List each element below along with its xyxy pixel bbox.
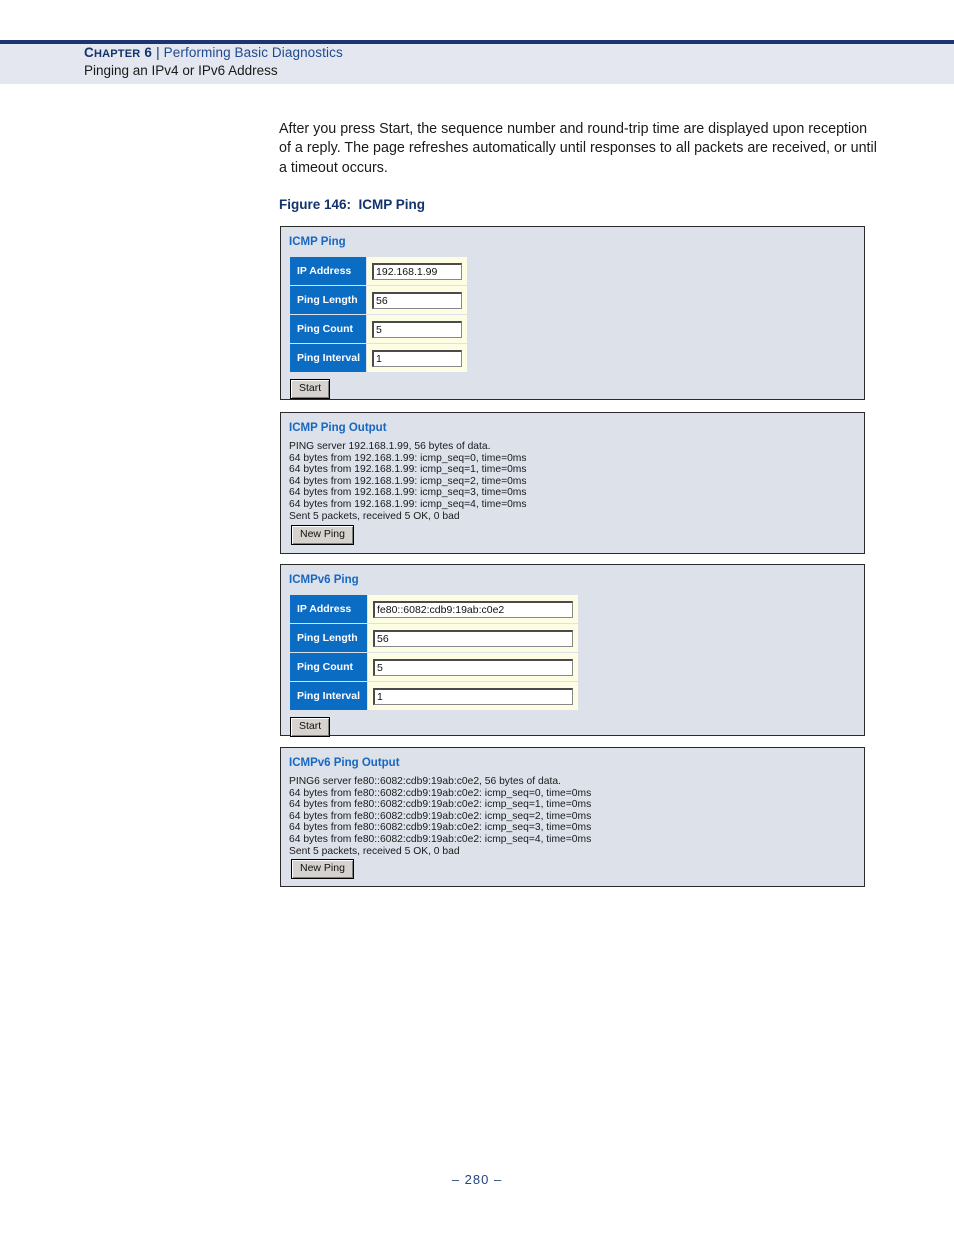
- form-row-ping-length: Ping Length: [289, 623, 579, 653]
- icmp-ping-output-panel: ICMP Ping Output PING server 192.168.1.9…: [280, 412, 865, 554]
- ping-interval-input-v6[interactable]: [373, 687, 573, 705]
- ping-length-input-v6[interactable]: [373, 629, 573, 647]
- form-row-ping-interval: Ping Interval: [289, 681, 579, 711]
- label-ping-count: Ping Count: [288, 314, 368, 344]
- figure-caption: Figure 146: ICMP Ping: [279, 197, 426, 212]
- form-row-ping-count: Ping Count: [288, 314, 469, 344]
- intro-paragraph: After you press Start, the sequence numb…: [279, 121, 877, 176]
- field-cell-ping-interval: [366, 343, 469, 373]
- icmp-ping-output-panel-title: ICMP Ping Output: [289, 422, 387, 434]
- field-cell-ip-address: [366, 256, 469, 286]
- label-ping-interval-v6: Ping Interval: [289, 681, 368, 711]
- start-ping-button[interactable]: Start: [290, 379, 331, 399]
- label-ping-interval: Ping Interval: [288, 343, 368, 373]
- icmp-ping-panel-title: ICMP Ping: [289, 236, 346, 248]
- ping-count-input-v6[interactable]: [373, 658, 573, 676]
- icmpv6-ping-panel: ICMPv6 Ping IP Address Ping Length Ping …: [280, 564, 865, 737]
- icmpv6-ping-form: IP Address Ping Length Ping Count Ping I…: [289, 594, 579, 711]
- form-row-ping-length: Ping Length: [288, 285, 469, 315]
- icmpv6-ping-panel-title: ICMPv6 Ping: [289, 574, 359, 586]
- ping-length-input[interactable]: [372, 291, 463, 309]
- page-number: – 280 –: [451, 1172, 503, 1187]
- ping-count-input[interactable]: [372, 320, 463, 338]
- field-cell-ping-count-v6: [367, 652, 579, 682]
- section-title: Pinging an IPv4 or IPv6 Address: [84, 63, 278, 78]
- field-cell-ping-length: [366, 285, 469, 315]
- field-cell-ip-address-v6: [367, 594, 579, 624]
- breadcrumb: CHAPTER 6 | Performing Basic Diagnostics: [84, 45, 343, 60]
- ip-address-input[interactable]: [372, 262, 463, 280]
- icmpv6-ping-output-panel-title: ICMPv6 Ping Output: [289, 757, 400, 769]
- ipv6-address-input[interactable]: [373, 600, 573, 618]
- start-ping-button-v6[interactable]: Start: [290, 717, 331, 737]
- icmp-ping-output-log: PING server 192.168.1.99, 56 bytes of da…: [289, 441, 527, 522]
- icmp-ping-form: IP Address Ping Length Ping Count Ping I…: [288, 256, 469, 373]
- breadcrumb-separator: |: [156, 45, 160, 60]
- field-cell-ping-length-v6: [367, 623, 579, 653]
- new-ping-button[interactable]: New Ping: [291, 525, 354, 545]
- ping-interval-input[interactable]: [372, 349, 463, 367]
- chapter-label: CHAPTER 6: [84, 45, 153, 60]
- field-cell-ping-interval-v6: [367, 681, 579, 711]
- label-ip-address: IP Address: [288, 256, 368, 286]
- chapter-topic: Performing Basic Diagnostics: [163, 45, 343, 60]
- label-ping-length-v6: Ping Length: [289, 623, 368, 653]
- form-row-ping-interval: Ping Interval: [288, 343, 469, 373]
- label-ping-length: Ping Length: [288, 285, 368, 315]
- form-row-ping-count: Ping Count: [289, 652, 579, 682]
- new-ping-button-v6[interactable]: New Ping: [291, 859, 354, 879]
- form-row-ip-address: IP Address: [288, 256, 469, 286]
- label-ping-count-v6: Ping Count: [289, 652, 368, 682]
- form-row-ip-address: IP Address: [289, 594, 579, 624]
- label-ip-address-v6: IP Address: [289, 594, 368, 624]
- icmpv6-ping-output-panel: ICMPv6 Ping Output PING6 server fe80::60…: [280, 747, 865, 887]
- field-cell-ping-count: [366, 314, 469, 344]
- icmpv6-ping-output-log: PING6 server fe80::6082:cdb9:19ab:c0e2, …: [289, 776, 592, 857]
- icmp-ping-panel: ICMP Ping IP Address Ping Length Ping Co…: [280, 226, 865, 400]
